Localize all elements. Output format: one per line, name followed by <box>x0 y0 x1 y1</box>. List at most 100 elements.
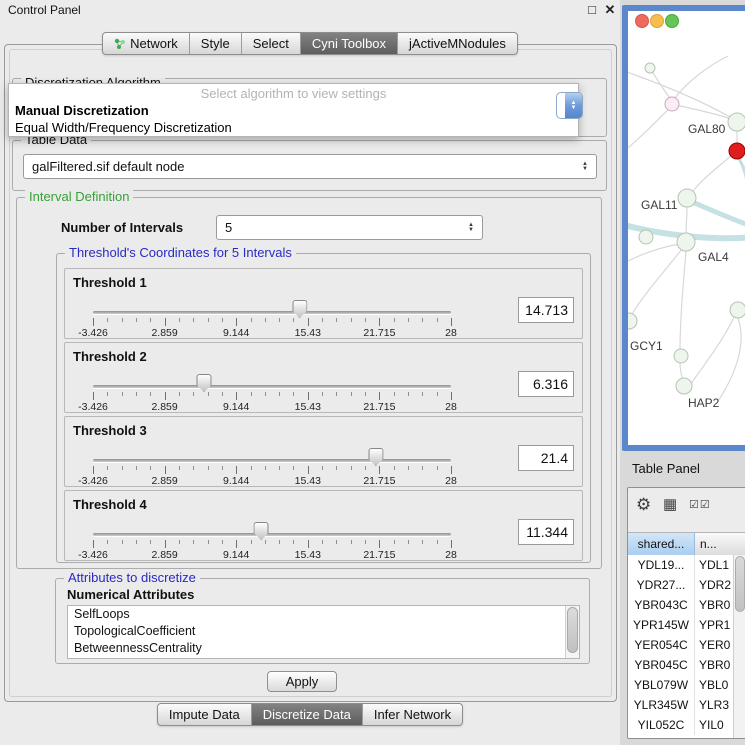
attribute-list-item[interactable]: TopologicalCoefficient <box>68 623 579 640</box>
column-header-shared-name[interactable]: shared... <box>628 533 695 555</box>
node-selected-red[interactable] <box>729 143 745 159</box>
threshold-label: Threshold 4 <box>73 497 147 512</box>
tick-label: -3.426 <box>78 549 108 561</box>
threshold-value-field[interactable]: 21.4 <box>518 445 574 471</box>
slider-thumb[interactable] <box>254 522 269 540</box>
cell-shared-name[interactable]: YDR27... <box>628 575 695 595</box>
table-row[interactable]: YPR145WYPR1 <box>628 615 734 635</box>
tick-mark <box>136 466 137 470</box>
tab-select[interactable]: Select <box>241 33 300 54</box>
cell-name[interactable]: YER0 <box>695 635 734 655</box>
tick-label: 2.859 <box>151 327 177 339</box>
tab-style[interactable]: Style <box>189 33 241 54</box>
node-gal80[interactable] <box>728 113 745 131</box>
close-traffic-light-icon[interactable] <box>635 14 649 28</box>
threshold-slider[interactable]: -3.4262.8599.14415.4321.71528 <box>93 521 451 559</box>
columns-icon[interactable]: ▦ <box>663 495 677 513</box>
table-row[interactable]: YBR043CYBR0 <box>628 595 734 615</box>
scrollbar-thumb[interactable] <box>567 607 578 653</box>
attributes-scrollbar[interactable] <box>565 606 579 658</box>
threshold-slider[interactable]: -3.4262.8599.14415.4321.71528 <box>93 373 451 411</box>
tick-label: 21.715 <box>363 549 395 561</box>
popup-option-equal-width-frequency[interactable]: Equal Width/Frequency Discretization <box>9 119 578 136</box>
node-gal4[interactable] <box>677 233 695 251</box>
close-panel-icon[interactable]: ✕ <box>602 2 618 18</box>
network-canvas[interactable]: GAL80 GAL11 GAL4 GCY1 HAP2 <box>628 11 745 445</box>
tick-mark <box>208 318 209 322</box>
scrollbar-thumb[interactable] <box>735 556 745 612</box>
slider-thumb[interactable] <box>368 448 383 466</box>
threshold-value-field[interactable]: 11.344 <box>518 519 574 545</box>
table-row[interactable]: YDL19...YDL1 <box>628 555 734 575</box>
threshold-value-field[interactable]: 14.713 <box>518 297 574 323</box>
node-hap2[interactable] <box>676 378 692 394</box>
tab-bar: NetworkStyleSelectCyni ToolboxjActiveMNo… <box>0 32 620 55</box>
cell-name[interactable]: YBR0 <box>695 595 734 615</box>
popup-option-manual-discretization[interactable]: Manual Discretization <box>9 102 578 119</box>
table-data-combobox[interactable]: galFiltered.sif default node ▲▼ <box>23 154 597 179</box>
threshold-slider[interactable]: -3.4262.8599.14415.4321.71528 <box>93 299 451 337</box>
tick-mark <box>365 318 366 322</box>
num-intervals-combobox[interactable]: 5 ▲▼ <box>216 215 483 240</box>
node[interactable] <box>645 63 655 73</box>
combobox-value: 5 <box>217 220 464 235</box>
tick-mark <box>279 466 280 470</box>
cell-name[interactable]: YDR2 <box>695 575 734 595</box>
cell-shared-name[interactable]: YBR043C <box>628 595 695 615</box>
cell-name[interactable]: YBR0 <box>695 655 734 675</box>
tab-jactivemnodules[interactable]: jActiveMNodules <box>397 33 517 54</box>
slider-thumb[interactable] <box>196 374 211 392</box>
table-scrollbar[interactable] <box>733 555 745 738</box>
tab-discretize-data[interactable]: Discretize Data <box>251 704 362 725</box>
zoom-traffic-light-icon[interactable] <box>665 14 679 28</box>
slider-tick-marks <box>93 392 451 401</box>
table-row[interactable]: YDR27...YDR2 <box>628 575 734 595</box>
float-window-icon[interactable]: □ <box>584 2 600 17</box>
tab-impute-data[interactable]: Impute Data <box>158 704 251 725</box>
minimize-traffic-light-icon[interactable] <box>650 14 664 28</box>
cell-name[interactable]: YLR3 <box>695 695 734 715</box>
tab-infer-network[interactable]: Infer Network <box>362 704 462 725</box>
threshold-value-field[interactable]: 6.316 <box>518 371 574 397</box>
table-row[interactable]: YBL079WYBL0 <box>628 675 734 695</box>
cell-shared-name[interactable]: YER054C <box>628 635 695 655</box>
algorithm-combobox-button[interactable]: ▲▼ <box>556 92 583 119</box>
tab-cyni-toolbox[interactable]: Cyni Toolbox <box>300 33 397 54</box>
table-panel-title: Table Panel <box>632 461 700 476</box>
table-row[interactable]: YER054CYER0 <box>628 635 734 655</box>
node[interactable] <box>674 349 688 363</box>
select-checkboxes-icon[interactable]: ☑☑ <box>689 498 711 511</box>
cell-name[interactable]: YIL0 <box>695 715 734 735</box>
tick-mark <box>365 392 366 396</box>
cell-shared-name[interactable]: YIL052C <box>628 715 695 735</box>
column-header-name[interactable]: n... <box>695 533 745 555</box>
tab-network[interactable]: Network <box>103 33 189 54</box>
apply-button[interactable]: Apply <box>267 671 337 692</box>
attribute-list-item[interactable]: SelfLoops <box>68 606 579 623</box>
attribute-list-item[interactable]: BetweennessCentrality <box>68 640 579 657</box>
cell-name[interactable]: YPR1 <box>695 615 734 635</box>
table-row[interactable]: YBR045CYBR0 <box>628 655 734 675</box>
cell-name[interactable]: YBL0 <box>695 675 734 695</box>
cell-name[interactable]: YDL1 <box>695 555 734 575</box>
node-gal11[interactable] <box>678 189 696 207</box>
table-row[interactable]: YIL052CYIL0 <box>628 715 734 735</box>
cell-shared-name[interactable]: YPR145W <box>628 615 695 635</box>
tick-mark <box>394 540 395 544</box>
table-row[interactable]: YLR345WYLR3 <box>628 695 734 715</box>
tick-mark <box>236 318 237 326</box>
tick-mark <box>208 466 209 470</box>
tick-mark <box>422 540 423 544</box>
threshold-slider[interactable]: -3.4262.8599.14415.4321.71528 <box>93 447 451 485</box>
node[interactable] <box>730 302 745 318</box>
node[interactable] <box>665 97 679 111</box>
node[interactable] <box>639 230 653 244</box>
cell-shared-name[interactable]: YLR345W <box>628 695 695 715</box>
tick-mark <box>265 392 266 396</box>
node-gcy1[interactable] <box>628 313 637 329</box>
cell-shared-name[interactable]: YBL079W <box>628 675 695 695</box>
gear-icon[interactable]: ⚙ <box>636 495 651 515</box>
slider-thumb[interactable] <box>292 300 307 318</box>
cell-shared-name[interactable]: YDL19... <box>628 555 695 575</box>
cell-shared-name[interactable]: YBR045C <box>628 655 695 675</box>
